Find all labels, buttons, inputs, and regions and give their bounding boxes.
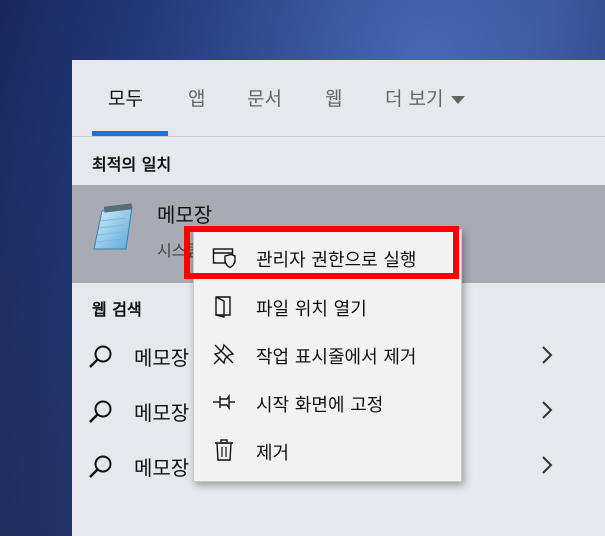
chevron-right-icon <box>542 456 553 474</box>
tab-apps[interactable]: 앱 <box>188 84 205 111</box>
tab-bar: 모두 앱 문서 웹 더 보기 <box>72 60 605 137</box>
menu-run-as-admin[interactable]: 관리자 권한으로 실행 <box>194 234 461 280</box>
web-search-heading: 웹 검색 <box>92 300 142 319</box>
tab-more[interactable]: 더 보기 <box>385 84 466 111</box>
search-icon <box>89 400 112 423</box>
chevron-right-icon <box>542 346 553 364</box>
pin-icon <box>213 393 235 411</box>
tab-all[interactable]: 모두 <box>108 84 143 111</box>
chevron-right-icon <box>542 401 553 419</box>
web-search-text: 메모장 <box>134 456 190 480</box>
menu-label: 작업 표시줄에서 제거 <box>256 347 417 368</box>
best-match-heading: 최적의 일치 <box>92 155 172 174</box>
menu-label: 관리자 권한으로 실행 <box>256 250 417 271</box>
file-location-icon <box>215 296 231 318</box>
notepad-icon <box>93 203 133 250</box>
tab-more-label: 더 보기 <box>385 88 444 110</box>
trash-icon <box>215 439 233 461</box>
web-search-text: 메모장 <box>134 346 190 370</box>
menu-open-file-location[interactable]: 파일 위치 열기 <box>194 283 461 329</box>
unpin-taskbar-icon <box>213 343 235 365</box>
web-search-text: 메모장 <box>134 401 190 425</box>
app-name: 메모장 <box>157 203 213 227</box>
menu-uninstall[interactable]: 제거 <box>194 427 461 473</box>
menu-unpin-taskbar[interactable]: 작업 표시줄에서 제거 <box>194 331 461 377</box>
tab-documents[interactable]: 문서 <box>247 84 282 111</box>
tab-web[interactable]: 웹 <box>325 84 342 111</box>
caret-down-icon <box>451 95 466 104</box>
active-tab-indicator <box>92 131 168 136</box>
menu-pin-to-start[interactable]: 시작 화면에 고정 <box>194 379 461 425</box>
search-icon <box>89 345 112 368</box>
menu-label: 파일 위치 열기 <box>256 299 367 320</box>
context-menu: 관리자 권한으로 실행 파일 위치 열기 작업 표시줄에서 제거 시작 화면에 … <box>193 229 462 482</box>
search-icon <box>89 455 112 478</box>
shield-admin-icon <box>212 248 236 269</box>
menu-label: 시작 화면에 고정 <box>256 395 384 416</box>
menu-label: 제거 <box>256 443 290 464</box>
